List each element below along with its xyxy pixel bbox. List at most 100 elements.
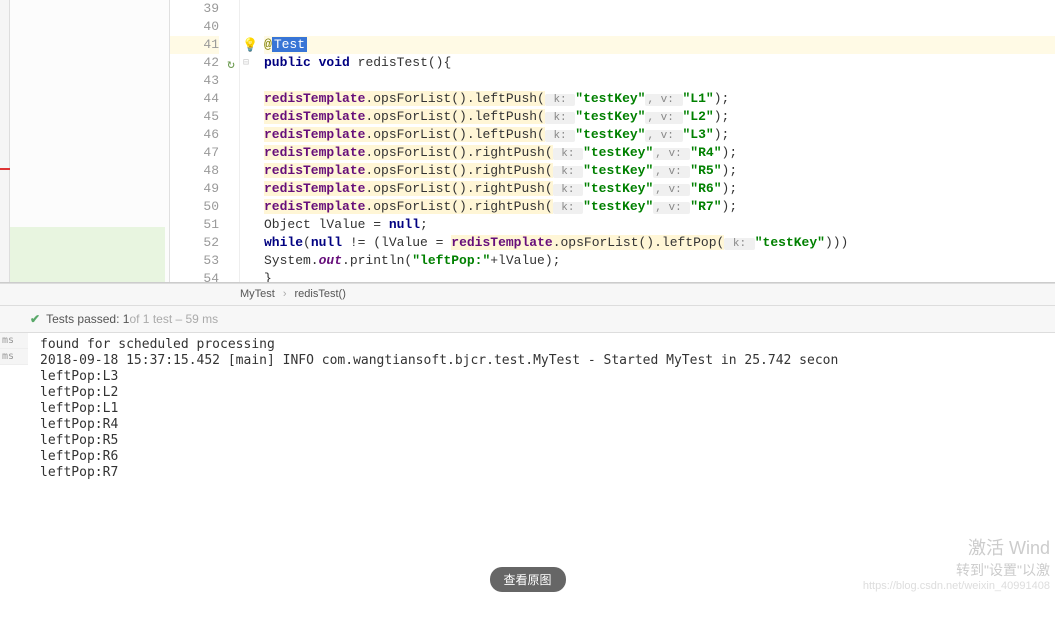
param-hint: , v: bbox=[653, 184, 690, 196]
line-number: 46 bbox=[170, 126, 219, 144]
time-unit-label: ms bbox=[0, 349, 28, 365]
param-hint: k: bbox=[545, 94, 575, 106]
code-text: != (lValue = bbox=[342, 235, 451, 250]
code-text: ); bbox=[714, 91, 730, 106]
keyword: null bbox=[389, 217, 420, 232]
watermark-title: 激活 Wind bbox=[863, 534, 1050, 560]
string-literal: "testKey" bbox=[583, 181, 653, 196]
param-hint: k: bbox=[553, 184, 583, 196]
string-literal: "testKey" bbox=[575, 109, 645, 124]
keyword: void bbox=[319, 55, 350, 70]
left-panel bbox=[10, 0, 170, 282]
line-number: 40 bbox=[170, 18, 219, 36]
code-text: ); bbox=[722, 181, 738, 196]
param-hint: k: bbox=[545, 112, 575, 124]
identifier: redisTemplate bbox=[264, 109, 365, 124]
breadcrumb-method[interactable]: redisTest() bbox=[295, 288, 346, 300]
console-line: leftPop:L1 bbox=[40, 401, 1045, 417]
keyword: while bbox=[264, 235, 303, 250]
method-call: .opsForList().leftPush( bbox=[365, 91, 544, 106]
coverage-highlight bbox=[10, 227, 165, 282]
annotation-at: @ bbox=[264, 37, 272, 52]
param-hint: k: bbox=[553, 166, 583, 178]
test-total-info: of 1 test – 59 ms bbox=[129, 312, 218, 326]
line-number: 43 bbox=[170, 72, 219, 90]
string-literal: "testKey" bbox=[575, 127, 645, 142]
string-literal: "testKey" bbox=[583, 145, 653, 160]
console-line: 2018-09-18 15:37:15.452 [main] INFO com.… bbox=[40, 353, 1045, 369]
code-text: ); bbox=[722, 163, 738, 178]
param-hint: , v: bbox=[653, 202, 690, 214]
fold-icon[interactable]: ⊟ bbox=[243, 57, 249, 69]
identifier: redisTemplate bbox=[264, 127, 365, 142]
console-line: leftPop:L3 bbox=[40, 369, 1045, 385]
param-hint: , v: bbox=[653, 166, 690, 178]
param-hint: , v: bbox=[645, 94, 682, 106]
code-editor[interactable]: @Test public void redisTest(){ redisTemp… bbox=[258, 0, 1055, 282]
line-number: 51 bbox=[170, 216, 219, 234]
line-number: 45 bbox=[170, 108, 219, 126]
string-literal: "L3" bbox=[683, 127, 714, 142]
param-hint: k: bbox=[724, 238, 754, 250]
console-line: leftPop:R7 bbox=[40, 465, 1045, 481]
watermark-url: https://blog.csdn.net/weixin_40991408 bbox=[863, 580, 1050, 592]
param-hint: , v: bbox=[645, 130, 682, 142]
line-number: 42↻ bbox=[170, 54, 219, 72]
method-call: .opsForList().rightPush( bbox=[365, 181, 552, 196]
line-number: 44 bbox=[170, 90, 219, 108]
line-number: 39 bbox=[170, 0, 219, 18]
console-line: leftPop:R4 bbox=[40, 417, 1045, 433]
code-text: ; bbox=[420, 217, 428, 232]
test-status-bar: ✔ Tests passed: 1 of 1 test – 59 ms bbox=[0, 305, 1055, 333]
line-number: 47 bbox=[170, 144, 219, 162]
windows-activation-watermark: 激活 Wind 转到"设置"以激 https://blog.csdn.net/w… bbox=[863, 534, 1050, 592]
line-number-gutter[interactable]: 39 40 41 42↻ 43 44 45 46 47 48 49 50 51 … bbox=[170, 0, 240, 282]
method-call: .opsForList().leftPush( bbox=[365, 127, 544, 142]
line-number: 52 bbox=[170, 234, 219, 252]
code-text: (){ bbox=[428, 55, 451, 70]
param-hint: , v: bbox=[653, 148, 690, 160]
code-text: ); bbox=[722, 199, 738, 214]
code-text: ( bbox=[303, 235, 311, 250]
annotation-selected: Test bbox=[272, 37, 307, 52]
run-gutter-icon[interactable]: ↻ bbox=[227, 56, 235, 74]
breadcrumb[interactable]: MyTest › redisTest() bbox=[0, 283, 1055, 305]
intention-bulb-icon[interactable]: 💡 bbox=[242, 38, 258, 53]
view-original-button[interactable]: 查看原图 bbox=[489, 567, 565, 592]
console-line: found for scheduled processing bbox=[40, 337, 1045, 353]
identifier: redisTemplate bbox=[264, 145, 365, 160]
identifier: redisTemplate bbox=[451, 235, 552, 250]
line-number: 49 bbox=[170, 180, 219, 198]
string-literal: "testKey" bbox=[755, 235, 825, 250]
chevron-right-icon: › bbox=[283, 288, 287, 300]
method-call: .opsForList().rightPush( bbox=[365, 199, 552, 214]
keyword: null bbox=[311, 235, 342, 250]
time-unit-label: ms bbox=[0, 333, 28, 349]
identifier: redisTemplate bbox=[264, 181, 365, 196]
line-number: 50 bbox=[170, 198, 219, 216]
method-call: .opsForList().rightPush( bbox=[365, 145, 552, 160]
param-hint: k: bbox=[553, 202, 583, 214]
param-hint: , v: bbox=[645, 112, 682, 124]
param-hint: k: bbox=[545, 130, 575, 142]
string-literal: "R4" bbox=[690, 145, 721, 160]
code-text: ); bbox=[722, 145, 738, 160]
string-literal: "L1" bbox=[683, 91, 714, 106]
minimap bbox=[0, 0, 10, 282]
test-status-label: Tests passed: bbox=[46, 312, 119, 326]
code-text: ))) bbox=[825, 235, 848, 250]
check-icon: ✔ bbox=[30, 312, 40, 326]
line-number: 41 bbox=[170, 36, 219, 54]
string-literal: "R5" bbox=[690, 163, 721, 178]
string-literal: "R6" bbox=[690, 181, 721, 196]
error-stripe-mark[interactable] bbox=[0, 168, 10, 170]
code-text: ); bbox=[714, 127, 730, 142]
method-call: .opsForList().leftPush( bbox=[365, 109, 544, 124]
string-literal: "leftPop:" bbox=[412, 253, 490, 268]
code-text: ); bbox=[714, 109, 730, 124]
breadcrumb-class[interactable]: MyTest bbox=[240, 288, 275, 300]
line-number: 48 bbox=[170, 162, 219, 180]
test-passed-count: 1 bbox=[123, 312, 130, 326]
string-literal: "testKey" bbox=[583, 199, 653, 214]
param-hint: k: bbox=[553, 148, 583, 160]
